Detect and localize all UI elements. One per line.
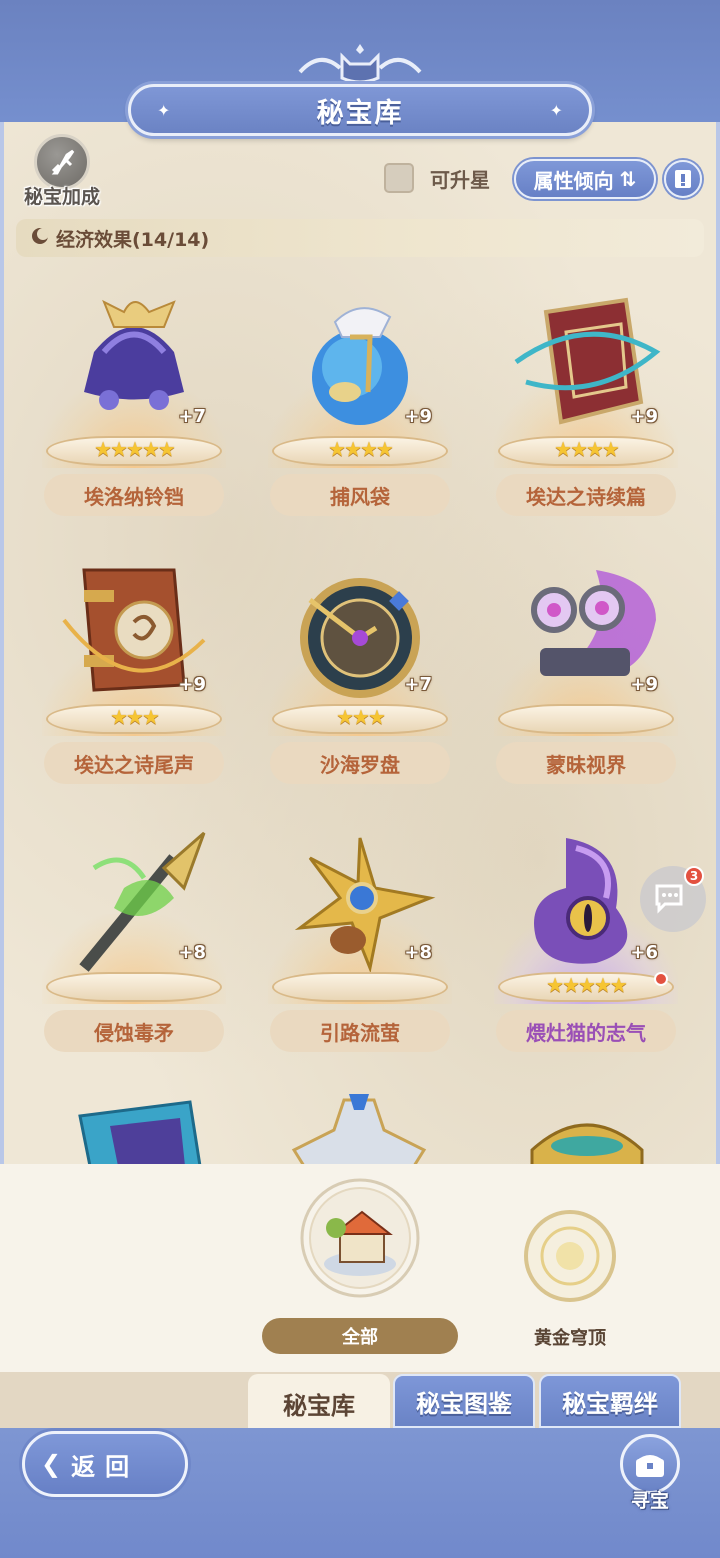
category-all-label: 全部 bbox=[262, 1318, 458, 1354]
treasure-item[interactable]: +9 ★★★★ 埃达之诗续篇 bbox=[486, 288, 686, 538]
star-rating: ★★★★★ bbox=[94, 437, 176, 461]
treasure-item[interactable]: +9 ★★★★ 捕风袋 bbox=[260, 288, 460, 538]
level-label: +9 bbox=[404, 406, 432, 427]
level-label: +8 bbox=[178, 942, 206, 963]
back-button[interactable]: ❮ 返回 bbox=[22, 1431, 188, 1497]
category-golden-dome[interactable]: 黄金穹顶 bbox=[510, 1200, 630, 1356]
category-golden-dome-label: 黄金穹顶 bbox=[534, 1328, 606, 1349]
chat-badge: 3 bbox=[684, 866, 704, 886]
attribute-sort-label: 属性倾向 bbox=[533, 168, 614, 193]
star-rating: ★★★ bbox=[110, 705, 160, 729]
item-name: 埃洛纳铃铛 bbox=[44, 474, 224, 516]
item-name: 引路流萤 bbox=[270, 1010, 450, 1052]
level-label: +9 bbox=[630, 674, 658, 695]
title-plate: ✦ 秘宝库 ✦ bbox=[128, 84, 592, 136]
treasure-item[interactable]: +9 蒙昧视界 bbox=[486, 556, 686, 806]
back-arrow-icon: ❮ bbox=[41, 1450, 62, 1478]
level-label: +6 bbox=[630, 942, 658, 963]
handbook-icon[interactable] bbox=[664, 160, 702, 198]
tab-treasure-bonds[interactable]: 秘宝羁绊 bbox=[539, 1374, 681, 1428]
level-label: +9 bbox=[630, 406, 658, 427]
notification-dot bbox=[654, 972, 668, 986]
sparkle-icon: ✦ bbox=[549, 101, 563, 120]
item-name: 捕风袋 bbox=[270, 474, 450, 516]
treasure-bonus-button[interactable]: 秘宝加成 bbox=[14, 134, 110, 214]
treasure-item[interactable]: +8 引路流萤 bbox=[260, 824, 460, 1074]
treasure-item[interactable]: +8 侵蚀毒矛 bbox=[34, 824, 234, 1074]
economy-effect-label: 经济效果(14/14) bbox=[56, 228, 210, 251]
economy-effect-bar[interactable]: 经济效果(14/14) bbox=[16, 219, 704, 257]
moon-icon bbox=[30, 226, 50, 250]
upgradable-checkbox[interactable] bbox=[384, 163, 414, 193]
level-label: +7 bbox=[404, 674, 432, 695]
item-name: 煨灶猫的志气 bbox=[496, 1010, 676, 1052]
item-name: 侵蚀毒矛 bbox=[44, 1010, 224, 1052]
item-name: 沙海罗盘 bbox=[270, 742, 450, 784]
bonus-label: 秘宝加成 bbox=[23, 186, 100, 208]
sparkle-icon: ✦ bbox=[157, 101, 171, 120]
item-name: 埃达之诗尾声 bbox=[44, 742, 224, 784]
level-label: +7 bbox=[178, 406, 206, 427]
category-all[interactable]: 全部 bbox=[262, 1172, 458, 1358]
item-name: 蒙昧视界 bbox=[496, 742, 676, 784]
treasure-book-partial-icon[interactable] bbox=[70, 1096, 210, 1166]
treasure-item[interactable]: +7 ★★★★★ 埃洛纳铃铛 bbox=[34, 288, 234, 538]
attribute-sort-button[interactable]: 属性倾向 ⇅ bbox=[514, 159, 656, 199]
treasure-item[interactable]: +9 ★★★ 埃达之诗尾声 bbox=[34, 556, 234, 806]
back-label: 返回 bbox=[71, 1452, 140, 1481]
treasure-lamp-partial-icon[interactable] bbox=[512, 1090, 662, 1166]
cat-crest-icon bbox=[298, 44, 422, 84]
tab-treasure-codex[interactable]: 秘宝图鉴 bbox=[393, 1374, 535, 1428]
treasure-hunt-label: 寻宝 bbox=[630, 1490, 669, 1512]
star-rating: ★★★★ bbox=[554, 437, 620, 461]
treasure-vase-partial-icon[interactable] bbox=[284, 1090, 434, 1166]
page-title: 秘宝库 bbox=[316, 97, 404, 129]
level-label: +8 bbox=[404, 942, 432, 963]
treasure-item[interactable]: +7 ★★★ 沙海罗盘 bbox=[260, 556, 460, 806]
star-rating: ★★★ bbox=[336, 705, 386, 729]
star-rating: ★★★★ bbox=[328, 437, 394, 461]
treasure-item[interactable]: +6 ★★★★★ 煨灶猫的志气 bbox=[486, 824, 686, 1074]
golden-dome-icon bbox=[524, 1210, 616, 1302]
chest-icon bbox=[620, 1434, 680, 1494]
item-name: 埃达之诗续篇 bbox=[496, 474, 676, 516]
house-island-icon bbox=[300, 1178, 420, 1298]
tab-treasure-vault[interactable]: 秘宝库 bbox=[248, 1374, 390, 1432]
upgradable-label: 可升星 bbox=[430, 168, 490, 192]
treasure-hunt-button[interactable]: 寻宝 bbox=[616, 1434, 684, 1514]
sort-arrows-icon: ⇅ bbox=[619, 167, 637, 191]
level-label: +9 bbox=[178, 674, 206, 695]
